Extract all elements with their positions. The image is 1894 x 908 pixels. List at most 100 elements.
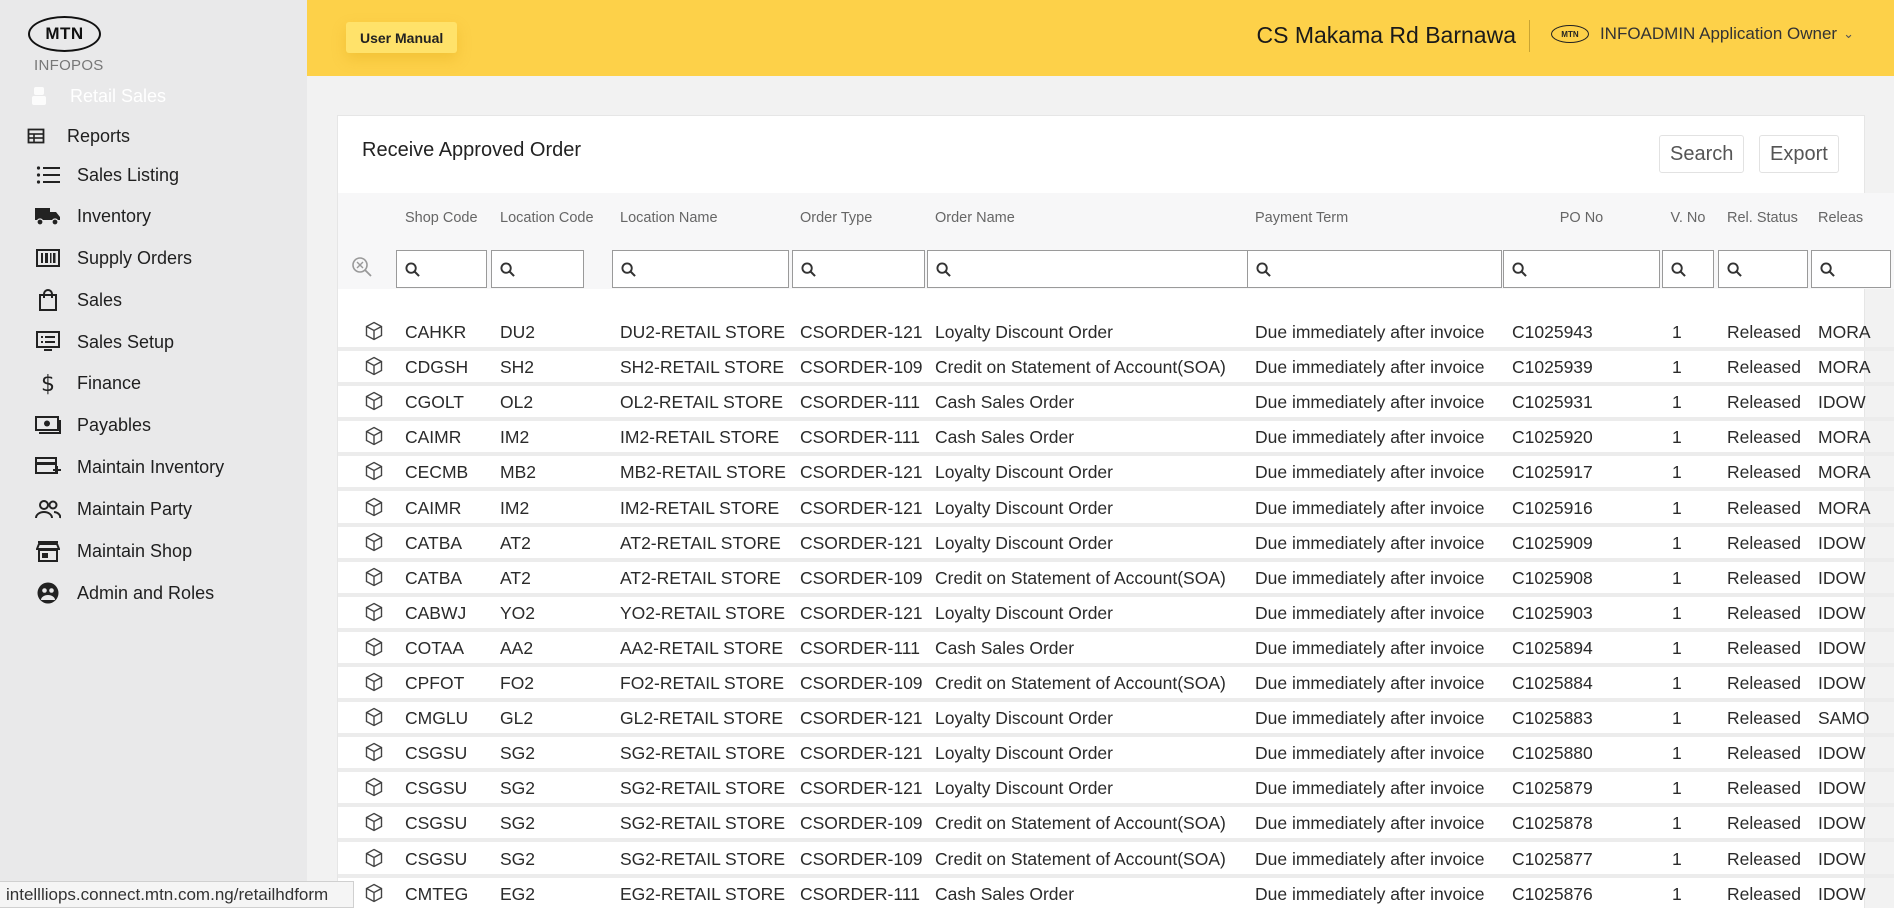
sidebar-item-maintain-shop[interactable]: Maintain Shop bbox=[33, 536, 192, 566]
package-icon[interactable] bbox=[364, 707, 384, 727]
package-icon[interactable] bbox=[364, 742, 384, 762]
column-filter-releas[interactable] bbox=[1811, 250, 1891, 288]
column-header-releas[interactable]: Releas bbox=[1818, 193, 1863, 243]
column-header-order-name[interactable]: Order Name bbox=[935, 193, 1015, 243]
filter-input[interactable] bbox=[1742, 251, 1807, 287]
sidebar-item-maintain-inventory[interactable]: Maintain Inventory bbox=[33, 452, 224, 482]
package-icon[interactable] bbox=[364, 321, 384, 341]
column-filter-order-name[interactable] bbox=[927, 250, 1250, 288]
filter-input[interactable] bbox=[515, 251, 583, 287]
table-row[interactable]: CMGLU GL2 GL2-RETAIL STORE CSORDER-121 Loyal… bbox=[338, 702, 1894, 737]
table-row[interactable]: CATBA AT2 AT2-RETAIL STORE CSORDER-109 Credi… bbox=[338, 562, 1894, 597]
table-row[interactable]: CAIMR IM2 IM2-RETAIL STORE CSORDER-111 Cash … bbox=[338, 421, 1894, 456]
package-icon[interactable] bbox=[364, 497, 384, 517]
table-row[interactable]: CSGSU SG2 SG2-RETAIL STORE CSORDER-109 Credi… bbox=[338, 807, 1894, 842]
sidebar-item-retail-sales[interactable]: Retail Sales bbox=[28, 81, 166, 111]
column-header-payment-term[interactable]: Payment Term bbox=[1255, 193, 1348, 243]
cell-order-name: Cash Sales Order bbox=[935, 426, 1075, 447]
column-filter-po-no[interactable] bbox=[1503, 250, 1660, 288]
package-icon[interactable] bbox=[364, 391, 384, 411]
filter-input[interactable] bbox=[636, 251, 788, 287]
sidebar-item-inventory[interactable]: Inventory bbox=[33, 201, 151, 231]
search-button[interactable]: Search bbox=[1659, 135, 1745, 173]
sidebar-item-sales[interactable]: Sales bbox=[33, 285, 122, 315]
search-icon bbox=[801, 261, 816, 277]
column-filter-location-name[interactable] bbox=[612, 250, 789, 288]
table-icon bbox=[25, 122, 47, 150]
cell-releas: IDOW bbox=[1818, 812, 1866, 833]
user-manual-button[interactable]: User Manual bbox=[346, 22, 458, 53]
table-row[interactable]: CSGSU SG2 SG2-RETAIL STORE CSORDER-109 Credi… bbox=[338, 843, 1894, 878]
sidebar-item-sales-listing[interactable]: Sales Listing bbox=[33, 160, 179, 190]
column-filter-order-type[interactable] bbox=[792, 250, 925, 288]
table-row[interactable]: CPFOT FO2 FO2-RETAIL STORE CSORDER-109 Credi… bbox=[338, 667, 1894, 702]
clear-filter-icon[interactable] bbox=[350, 255, 374, 279]
filter-input[interactable] bbox=[420, 251, 486, 287]
column-header-location-name[interactable]: Location Name bbox=[620, 193, 718, 243]
cell-v-no: 1 bbox=[1672, 426, 1682, 447]
column-header-location-code[interactable]: Location Code bbox=[500, 193, 594, 243]
filter-input[interactable] bbox=[951, 251, 1249, 287]
table-row[interactable]: CSGSU SG2 SG2-RETAIL STORE CSORDER-121 Loyal… bbox=[338, 772, 1894, 807]
table-row[interactable]: CMTEG EG2 EG2-RETAIL STORE CSORDER-111 Cash … bbox=[338, 878, 1894, 908]
package-icon[interactable] bbox=[364, 567, 384, 587]
sidebar-item-sales-setup[interactable]: Sales Setup bbox=[33, 327, 174, 357]
search-icon bbox=[1727, 261, 1742, 277]
filter-input[interactable] bbox=[1271, 251, 1501, 287]
cell-v-no: 1 bbox=[1672, 532, 1682, 553]
cell-payment-term: Due immediately after invoice bbox=[1255, 848, 1485, 869]
filter-input[interactable] bbox=[1835, 251, 1890, 287]
cash-icon bbox=[33, 411, 63, 439]
cell-shop-code: CAHKR bbox=[405, 321, 467, 342]
cell-shop-code: CATBA bbox=[405, 567, 463, 588]
filter-input[interactable] bbox=[1527, 251, 1659, 287]
column-header-v-no[interactable]: V. No bbox=[1662, 193, 1714, 243]
table-row[interactable]: CABWJ YO2 YO2-RETAIL STORE CSORDER-121 Loyal… bbox=[338, 597, 1894, 632]
cell-shop-code: CSGSU bbox=[405, 812, 468, 833]
sidebar-item-reports[interactable]: Reports bbox=[25, 121, 130, 151]
table-row[interactable]: CECMB MB2 MB2-RETAIL STORE CSORDER-121 Loyal… bbox=[338, 456, 1894, 491]
column-filter-location-code[interactable] bbox=[491, 250, 584, 288]
package-icon[interactable] bbox=[364, 848, 384, 868]
cell-location-name: AA2-RETAIL STORE bbox=[620, 637, 784, 658]
package-icon[interactable] bbox=[364, 777, 384, 797]
sidebar-item-label: Supply Orders bbox=[77, 247, 193, 268]
table-row[interactable]: CAHKR DU2 DU2-RETAIL STORE CSORDER-121 Loyal… bbox=[338, 316, 1894, 351]
table-row[interactable]: CATBA AT2 AT2-RETAIL STORE CSORDER-121 Loyal… bbox=[338, 527, 1894, 562]
column-filter-payment-term[interactable] bbox=[1247, 250, 1502, 288]
cell-order-type: CSORDER-109 bbox=[800, 812, 923, 833]
package-icon[interactable] bbox=[364, 461, 384, 481]
column-filter-rel-status[interactable] bbox=[1718, 250, 1808, 288]
package-icon[interactable] bbox=[364, 812, 384, 832]
package-icon[interactable] bbox=[364, 672, 384, 692]
cell-rel-status: Released bbox=[1727, 672, 1801, 693]
column-header-order-type[interactable]: Order Type bbox=[800, 193, 872, 243]
sidebar-item-supply-orders[interactable]: Supply Orders bbox=[33, 243, 192, 273]
package-icon[interactable] bbox=[364, 356, 384, 376]
sidebar-item-payables[interactable]: Payables bbox=[33, 410, 151, 440]
user-menu[interactable]: MTN INFOADMIN Application Owner ⌄ bbox=[1550, 24, 1854, 44]
filter-input[interactable] bbox=[816, 251, 924, 287]
table-row[interactable]: CGOLT OL2 OL2-RETAIL STORE CSORDER-111 Cash … bbox=[338, 386, 1894, 421]
table-row[interactable]: CDGSH SH2 SH2-RETAIL STORE CSORDER-109 Credi… bbox=[338, 351, 1894, 386]
package-icon[interactable] bbox=[364, 883, 384, 903]
column-header-po-no[interactable]: PO No bbox=[1503, 193, 1660, 243]
column-filter-v-no[interactable] bbox=[1662, 250, 1714, 288]
column-header-shop-code[interactable]: Shop Code bbox=[405, 193, 478, 243]
package-icon[interactable] bbox=[364, 637, 384, 657]
filter-input[interactable] bbox=[1686, 251, 1713, 287]
column-filter-shop-code[interactable] bbox=[396, 250, 487, 288]
table-row[interactable]: COTAA AA2 AA2-RETAIL STORE CSORDER-111 Cash … bbox=[338, 632, 1894, 667]
sidebar-item-finance[interactable]: $ Finance bbox=[33, 368, 141, 398]
sidebar-item-maintain-party[interactable]: Maintain Party bbox=[33, 494, 192, 524]
package-icon[interactable] bbox=[364, 532, 384, 552]
column-header-rel-status[interactable]: Rel. Status bbox=[1727, 193, 1798, 243]
package-icon[interactable] bbox=[364, 602, 384, 622]
cell-location-name: SH2-RETAIL STORE bbox=[620, 356, 785, 377]
table-row[interactable]: CSGSU SG2 SG2-RETAIL STORE CSORDER-121 Loyal… bbox=[338, 737, 1894, 772]
package-icon[interactable] bbox=[364, 426, 384, 446]
cell-payment-term: Due immediately after invoice bbox=[1255, 461, 1485, 482]
sidebar-item-admin-and-roles[interactable]: Admin and Roles bbox=[33, 578, 214, 608]
table-row[interactable]: CAIMR IM2 IM2-RETAIL STORE CSORDER-121 Loyal… bbox=[338, 492, 1894, 527]
export-button[interactable]: Export bbox=[1759, 135, 1839, 173]
